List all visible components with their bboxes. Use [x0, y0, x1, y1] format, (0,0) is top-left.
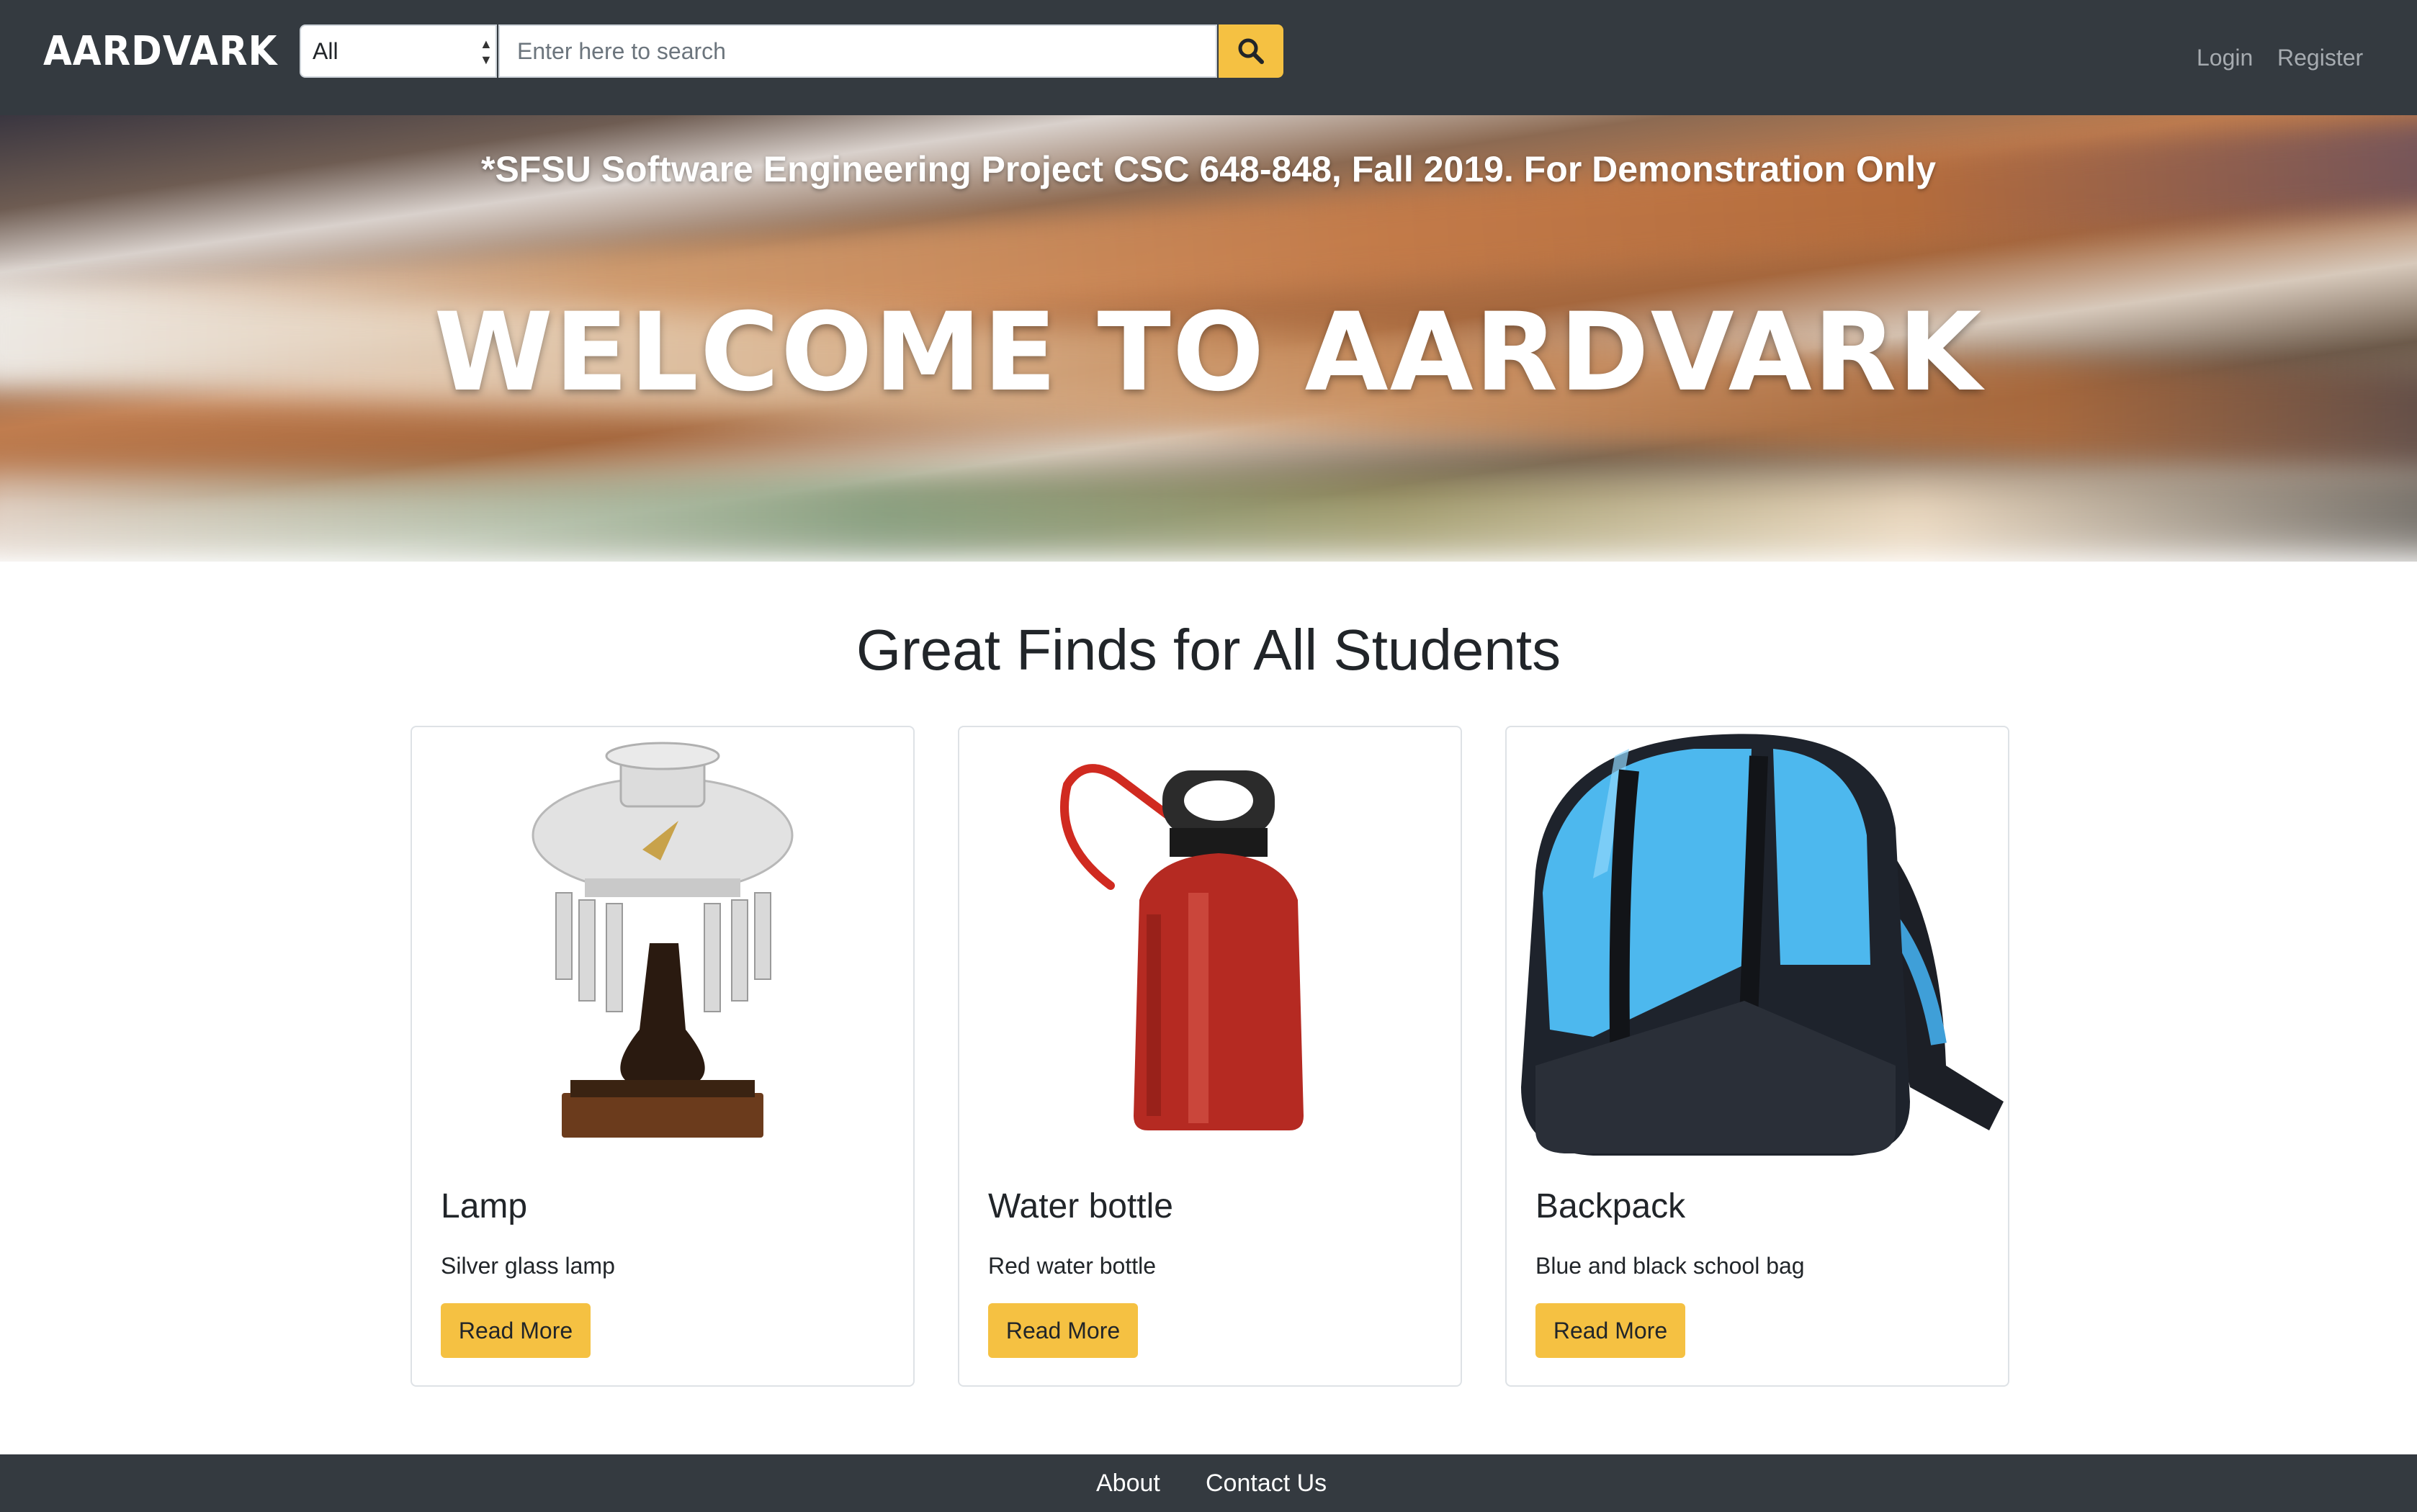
card-title: Lamp: [441, 1187, 528, 1225]
register-link[interactable]: Register: [2277, 40, 2363, 75]
product-card-lamp: Lamp Silver glass lamp Read More: [411, 726, 915, 1387]
about-link[interactable]: About: [1096, 1464, 1160, 1502]
search-placeholder: Enter here to search: [517, 38, 726, 64]
card-title: Backpack: [1535, 1187, 1686, 1225]
read-more-button[interactable]: Read More: [988, 1303, 1138, 1358]
water-bottle-image: [1060, 764, 1304, 1130]
search-icon: [1238, 38, 1264, 64]
category-select[interactable]: All ▲ ▼: [300, 24, 497, 78]
footer: About Contact Us: [0, 1454, 2417, 1512]
category-select-value: All: [313, 38, 338, 64]
card-title: Water bottle: [988, 1187, 1173, 1225]
product-card-water-bottle: Water bottle Red water bottle Read More: [958, 726, 1462, 1387]
product-card-backpack: Backpack Blue and black school bag Read …: [1505, 726, 2009, 1387]
hero-banner: *SFSU Software Engineering Project CSC 6…: [0, 115, 2417, 562]
contact-us-link[interactable]: Contact Us: [1206, 1464, 1327, 1502]
read-more-button[interactable]: Read More: [1535, 1303, 1685, 1358]
search-button[interactable]: [1219, 24, 1283, 78]
demo-notice: *SFSU Software Engineering Project CSC 6…: [481, 149, 1936, 189]
hero-background-band: [0, 475, 2417, 554]
login-link[interactable]: Login: [2197, 40, 2253, 75]
card-text: Silver glass lamp: [441, 1253, 615, 1279]
hero-title: WELCOME TO AARDVARK: [434, 290, 1983, 415]
read-more-button[interactable]: Read More: [441, 1303, 591, 1358]
card-text: Blue and black school bag: [1535, 1253, 1805, 1279]
lamp-image: [532, 742, 794, 1138]
brand-logo[interactable]: AARDVARK: [43, 23, 277, 81]
search-input[interactable]: Enter here to search: [498, 24, 1217, 78]
backpack-image: [1521, 734, 2004, 1156]
section-title: Great Finds for All Students: [856, 618, 1561, 682]
card-text: Red water bottle: [988, 1253, 1157, 1279]
select-arrows-icon: ▲ ▼: [480, 37, 493, 67]
top-navbar: AARDVARK All ▲ ▼ Enter here to search Log…: [0, 0, 2417, 115]
